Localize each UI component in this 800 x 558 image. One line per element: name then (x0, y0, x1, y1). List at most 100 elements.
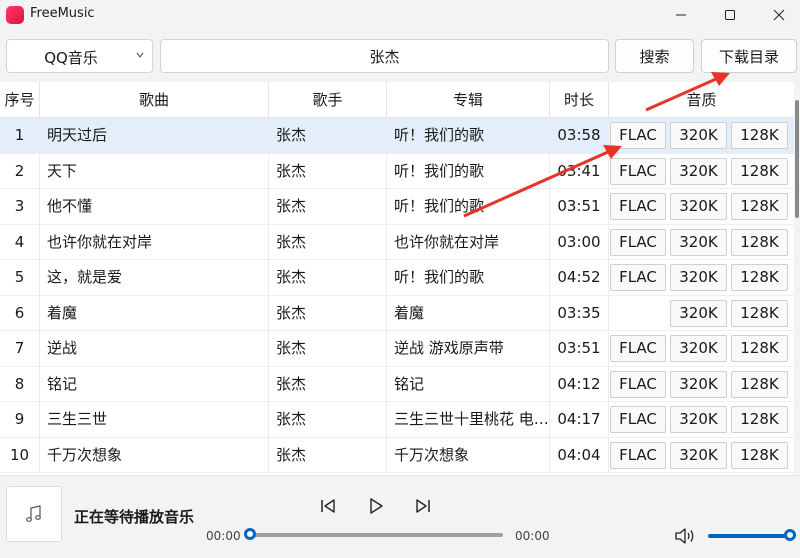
header-song[interactable]: 歌曲 (40, 82, 269, 118)
download-128k-button[interactable]: 128K (731, 406, 788, 433)
download-128k-button[interactable]: 128K (731, 299, 788, 327)
table-row[interactable]: 9三生三世张杰三生三世十里桃花 电视原声带04:17FLAC320K128K (0, 402, 794, 438)
download-128k-button[interactable]: 128K (731, 122, 788, 149)
song-title: 三生三世 (40, 402, 269, 437)
download-320k-button[interactable]: 320K (670, 441, 727, 469)
play-button[interactable] (364, 494, 388, 518)
source-select[interactable]: QQ音乐 (6, 39, 153, 73)
header-artist[interactable]: 歌手 (269, 82, 387, 118)
song-duration: 04:17 (550, 402, 609, 437)
song-artist: 张杰 (269, 118, 387, 153)
flac-download-button[interactable]: FLAC (610, 406, 666, 433)
song-artist: 张杰 (269, 331, 387, 366)
volume-icon[interactable] (674, 527, 696, 545)
source-select-value: QQ音乐 (44, 49, 98, 67)
header-duration[interactable]: 时长 (550, 82, 609, 118)
row-index: 2 (0, 153, 40, 189)
current-time: 00:00 (206, 529, 241, 543)
song-duration: 03:41 (550, 153, 609, 189)
song-duration: 04:04 (550, 437, 609, 473)
table-row[interactable]: 6 着魔 张杰 着魔 03:35 320K 128K (0, 295, 794, 331)
next-button[interactable] (411, 494, 435, 518)
song-album: 听！我们的歌 (387, 260, 550, 295)
flac-download-button[interactable]: FLAC (610, 157, 666, 185)
music-note-icon (26, 505, 41, 522)
progress-knob[interactable] (244, 528, 256, 540)
volume-slider[interactable] (708, 534, 791, 538)
song-artist: 张杰 (269, 437, 387, 473)
download-directory-button[interactable]: 下载目录 (701, 39, 797, 73)
download-320k-button[interactable]: 320K (670, 370, 727, 398)
row-index: 8 (0, 366, 40, 402)
row-index: 6 (0, 295, 40, 331)
song-album: 铭记 (387, 366, 550, 402)
table-row[interactable]: 2 天下 张杰 听！我们的歌 03:41 FLAC 320K 128K (0, 153, 794, 189)
song-table: 序号 歌曲 歌手 专辑 时长 音质 1 明天过后 张杰 听！我们的歌 03:58 FLAC… (0, 82, 794, 475)
song-duration: 04:52 (550, 260, 609, 295)
download-128k-button[interactable]: 128K (731, 193, 788, 220)
row-index: 4 (0, 224, 40, 260)
skip-previous-icon (321, 499, 335, 513)
download-320k-button[interactable]: 320K (670, 335, 727, 362)
table-row[interactable]: 8 铭记 张杰 铭记 04:12 FLAC 320K 128K (0, 366, 794, 402)
download-128k-button[interactable]: 128K (731, 441, 788, 469)
download-320k-button[interactable]: 320K (670, 406, 727, 433)
song-album: 听！我们的歌 (387, 118, 550, 153)
row-index: 9 (0, 402, 40, 437)
flac-download-button[interactable]: FLAC (610, 193, 666, 220)
row-index: 7 (0, 331, 40, 366)
minimize-button[interactable] (658, 0, 704, 30)
song-artist: 张杰 (269, 295, 387, 331)
header-quality[interactable]: 音质 (609, 82, 794, 118)
download-128k-button[interactable]: 128K (731, 335, 788, 362)
album-cover (6, 486, 62, 542)
download-320k-button[interactable]: 320K (670, 264, 727, 291)
song-album: 着魔 (387, 295, 550, 331)
play-icon (370, 498, 383, 514)
song-album: 逆战 游戏原声带 (387, 331, 550, 366)
search-button[interactable]: 搜索 (615, 39, 694, 73)
download-320k-button[interactable]: 320K (670, 299, 727, 327)
table-row[interactable]: 1 明天过后 张杰 听！我们的歌 03:58 FLAC 320K 128K (0, 118, 794, 154)
maximize-button[interactable] (707, 0, 753, 30)
table-row[interactable]: 5 这，就是爱 张杰 听！我们的歌 04:52 FLAC 320K 128K (0, 260, 794, 296)
flac-download-button[interactable]: FLAC (610, 228, 666, 256)
download-320k-button[interactable]: 320K (670, 157, 727, 185)
close-button[interactable] (756, 0, 800, 30)
song-album: 千万次想象 (387, 437, 550, 473)
table-header: 序号 歌曲 歌手 专辑 时长 音质 (0, 82, 794, 118)
search-input[interactable] (160, 39, 609, 73)
download-128k-button[interactable]: 128K (731, 370, 788, 398)
close-icon (773, 9, 785, 21)
table-row[interactable]: 4 也许你就在对岸 张杰 也许你就在对岸 03:00 FLAC 320K 128K (0, 224, 794, 260)
flac-download-button[interactable]: FLAC (610, 370, 666, 398)
flac-download-button[interactable]: FLAC (610, 335, 666, 362)
download-320k-button[interactable]: 320K (670, 193, 727, 220)
download-128k-button[interactable]: 128K (731, 157, 788, 185)
song-duration: 03:58 (550, 118, 609, 153)
song-title: 逆战 (40, 331, 269, 366)
header-album[interactable]: 专辑 (387, 82, 550, 118)
table-row[interactable]: 10 千万次想象 张杰 千万次想象 04:04 FLAC 320K 128K (0, 437, 794, 473)
table-row[interactable]: 3 他不懂 张杰 听！我们的歌 03:51 FLAC 320K 128K (0, 189, 794, 225)
song-artist: 张杰 (269, 189, 387, 224)
previous-button[interactable] (316, 494, 340, 518)
flac-download-button[interactable]: FLAC (610, 264, 666, 291)
volume-knob[interactable] (784, 529, 796, 541)
song-title: 千万次想象 (40, 437, 269, 473)
header-index[interactable]: 序号 (0, 82, 40, 118)
download-320k-button[interactable]: 320K (670, 228, 727, 256)
song-artist: 张杰 (269, 402, 387, 437)
download-128k-button[interactable]: 128K (731, 264, 788, 291)
song-title: 明天过后 (40, 118, 269, 153)
table-row[interactable]: 7 逆战 张杰 逆战 游戏原声带 03:51 FLAC 320K 128K (0, 331, 794, 367)
download-128k-button[interactable]: 128K (731, 228, 788, 256)
app-title: FreeMusic (30, 6, 95, 21)
flac-download-button[interactable]: FLAC (610, 441, 666, 469)
download-320k-button[interactable]: 320K (670, 122, 727, 149)
flac-download-button[interactable]: FLAC (610, 122, 666, 149)
song-album: 三生三世十里桃花 电视原声带 (387, 402, 550, 437)
scrollbar-thumb[interactable] (795, 100, 799, 218)
progress-slider[interactable] (249, 533, 503, 537)
song-title: 着魔 (40, 295, 269, 331)
